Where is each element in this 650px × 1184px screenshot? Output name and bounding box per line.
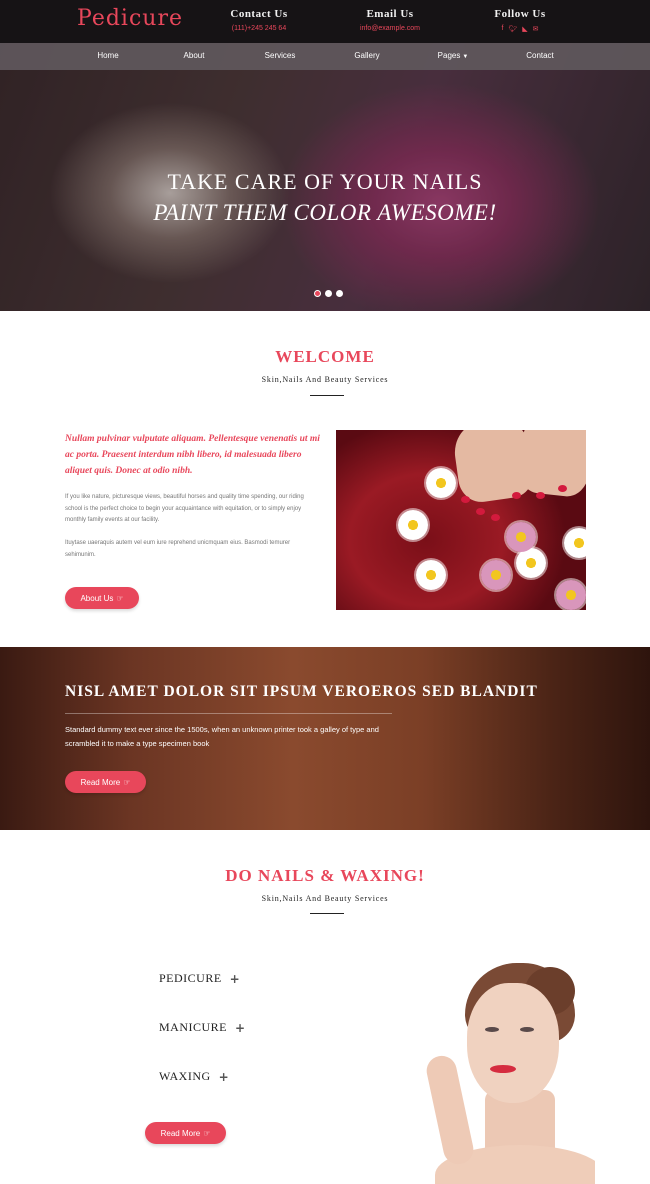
social-icons: f 🐦︎ ◣ ✉ — [460, 25, 580, 33]
model-hand — [423, 1053, 477, 1167]
accordion-waxing-label: WAXING — [159, 1069, 211, 1083]
model-eye — [520, 1027, 534, 1032]
contact-email[interactable]: info@example.com — [330, 25, 450, 32]
toe-nail — [476, 508, 485, 515]
accordion-manicure-label: MANICURE — [159, 1020, 228, 1034]
services-read-more-label: Read More — [160, 1128, 201, 1138]
toe-nail — [558, 485, 567, 492]
daisy-flower — [426, 468, 456, 498]
email-us-heading: Email Us — [366, 8, 414, 20]
model-lips — [490, 1065, 516, 1073]
slider-dot-3[interactable] — [336, 290, 343, 297]
nav-services[interactable]: Services — [265, 51, 296, 60]
hero-heading: TAKE CARE OF YOUR NAILS — [167, 169, 483, 194]
model-face — [467, 983, 559, 1103]
daisy-flower — [556, 580, 586, 610]
hero-slider: TAKE CARE OF YOUR NAILS PAINT THEM COLOR… — [0, 43, 650, 311]
slider-dot-2[interactable] — [325, 290, 332, 297]
pedicure-image — [336, 430, 586, 610]
facebook-icon[interactable]: f — [501, 25, 503, 33]
accordion-pedicure[interactable]: PEDICURE + — [159, 971, 240, 986]
nav-pages[interactable]: Pages ▼ — [438, 51, 469, 60]
plus-icon: + — [229, 971, 241, 986]
banner-read-more-label: Read More — [80, 777, 121, 787]
foot-right — [516, 430, 586, 499]
caret-down-icon: ▼ — [462, 54, 469, 60]
welcome-paragraph-2: Ituytase uaeraquis autem vel eum iure re… — [65, 540, 291, 558]
nav-home[interactable]: Home — [97, 51, 118, 60]
nav-gallery[interactable]: Gallery — [354, 51, 379, 60]
banner-title: NISL AMET DOLOR SIT IPSUM VEROEROS SED B… — [65, 683, 538, 700]
email-icon[interactable]: ✉ — [533, 25, 539, 33]
plus-icon: + — [218, 1069, 230, 1084]
site-logo[interactable]: Pedicure — [77, 6, 183, 31]
daisy-flower — [564, 528, 586, 558]
model-eye — [485, 1027, 499, 1032]
hand-point-icon: ☞ — [123, 777, 131, 787]
daisy-flower — [416, 560, 446, 590]
accordion-pedicure-label: PEDICURE — [159, 971, 222, 985]
nav-pages-label: Pages — [437, 51, 461, 60]
banner-divider — [65, 713, 392, 714]
follow-us-heading: Follow Us — [494, 8, 546, 20]
daisy-flower — [516, 548, 546, 578]
slider-dots — [314, 290, 343, 297]
plus-icon: + — [235, 1020, 246, 1035]
daisy-flower — [506, 522, 536, 552]
top-bar: Pedicure Contact Us (111)+245 245 64 Ema… — [0, 0, 650, 43]
services-divider — [310, 913, 344, 914]
banner-read-more-button[interactable]: Read More ☞ — [65, 771, 146, 793]
promo-banner: NISL AMET DOLOR SIT IPSUM VEROEROS SED B… — [0, 647, 650, 830]
nav-about[interactable]: About — [184, 51, 205, 60]
hero-subheading: PAINT THEM COLOR AWESOME! — [153, 200, 497, 225]
accordion-waxing[interactable]: WAXING + — [159, 1069, 229, 1084]
toe-nail — [512, 492, 521, 499]
follow-us-block: Follow Us f 🐦︎ ◣ ✉ — [460, 8, 580, 33]
rss-icon[interactable]: ◣ — [522, 25, 527, 33]
hand-point-icon: ☞ — [116, 593, 124, 603]
main-nav: Home About Services Gallery Pages ▼ Conta… — [0, 43, 650, 70]
twitter-icon[interactable]: 🐦︎ — [508, 25, 517, 33]
toe-nail — [536, 492, 545, 499]
slider-dot-1[interactable] — [314, 290, 321, 297]
welcome-divider — [310, 395, 344, 396]
welcome-subtitle: Skin,Nails And Beauty Services — [261, 375, 389, 384]
contact-us-heading: Contact Us — [230, 8, 288, 20]
welcome-lead: Nullam pulvinar vulputate aliquam. Pelle… — [65, 434, 320, 476]
welcome-paragraph-1: If you like nature, picturesque views, b… — [65, 494, 304, 523]
hand-point-icon: ☞ — [203, 1128, 211, 1138]
accordion-manicure[interactable]: MANICURE + — [159, 1020, 246, 1035]
welcome-title: WELCOME — [275, 347, 375, 366]
services-title: DO NAILS & WAXING! — [225, 866, 425, 885]
nav-contact[interactable]: Contact — [526, 51, 554, 60]
about-us-button-label: About Us — [80, 593, 114, 603]
daisy-flower — [398, 510, 428, 540]
contact-us-block: Contact Us (111)+245 245 64 — [199, 8, 319, 32]
contact-phone: (111)+245 245 64 — [231, 25, 287, 32]
model-portrait-image — [395, 955, 595, 1184]
banner-text: Standard dummy text ever since the 1500s… — [65, 725, 379, 748]
toe-nail — [461, 496, 470, 503]
services-subtitle: Skin,Nails And Beauty Services — [261, 894, 389, 903]
about-us-button[interactable]: About Us ☞ — [65, 587, 139, 609]
email-us-block: Email Us info@example.com — [330, 8, 450, 32]
services-read-more-button[interactable]: Read More ☞ — [145, 1122, 226, 1144]
daisy-flower — [481, 560, 511, 590]
toe-nail — [491, 514, 500, 521]
